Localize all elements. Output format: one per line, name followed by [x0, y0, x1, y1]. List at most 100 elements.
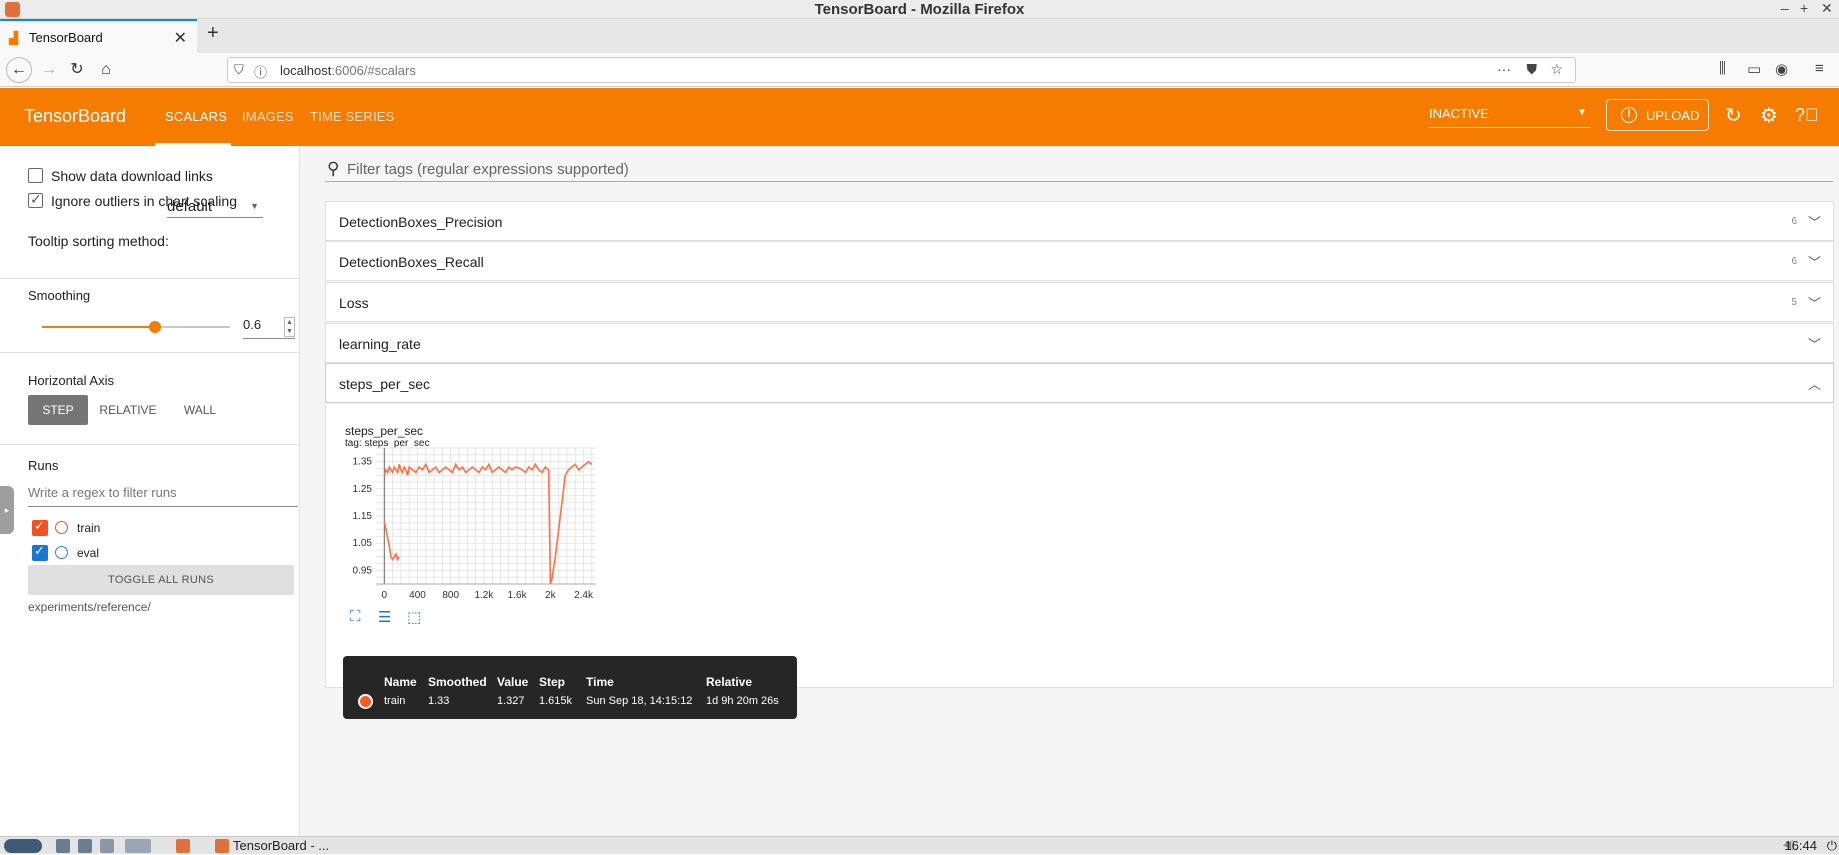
horizontal-axis-label: Horizontal Axis	[28, 373, 114, 388]
back-icon[interactable]: ←	[6, 57, 32, 83]
spinner-icon[interactable]: ▲ ▼	[284, 317, 295, 337]
start-menu-icon[interactable]	[4, 839, 42, 853]
logdir-label: experiments/reference/	[28, 600, 151, 614]
group-count: 6	[1791, 216, 1797, 227]
divider	[0, 352, 300, 353]
close-window-icon[interactable]: ✕	[1821, 0, 1833, 17]
chevron-down-icon: ▼	[1577, 107, 1587, 118]
smoothing-input[interactable]: 0.6 ▲ ▼	[243, 317, 295, 339]
tooltip-cell-step: 1.615k	[539, 695, 573, 707]
power-icon[interactable]: ⏻	[1827, 838, 1837, 854]
bookmark-star-icon[interactable]: ☆	[1550, 61, 1563, 78]
y-tick-label: 1.25	[353, 484, 373, 495]
tab-time-series[interactable]: TIME SERIES	[310, 109, 395, 124]
show-download-checkbox[interactable]	[28, 168, 43, 183]
group-name: DetectionBoxes_Precision	[339, 214, 503, 230]
info-icon[interactable]: ⓘ	[254, 62, 267, 81]
workspace-icon[interactable]	[125, 839, 151, 853]
x-tick-label: 1.2k	[474, 590, 494, 601]
shield-icon[interactable]: ⛉	[234, 62, 244, 78]
forward-icon[interactable]: →	[37, 58, 61, 82]
file-manager-icon[interactable]	[56, 839, 70, 853]
close-tab-icon[interactable]: ✕	[174, 28, 187, 48]
reload-icon[interactable]: ↻	[65, 58, 89, 82]
taskbar-task-label: TensorBoard - ...	[233, 838, 330, 853]
group-detectionboxes-recall[interactable]: DetectionBoxes_Recall 6 ﹀	[325, 241, 1834, 281]
sidebar-collapse-handle[interactable]: ▸	[0, 486, 14, 534]
tooltip-sort-select[interactable]: default ▼	[167, 198, 263, 218]
toggle-all-runs-button[interactable]: TOGGLE ALL RUNS	[28, 565, 294, 595]
tensorboard-brand: TensorBoard	[24, 106, 127, 126]
refresh-icon[interactable]: ↻	[1725, 103, 1742, 128]
group-learning-rate[interactable]: learning_rate ﹀	[325, 323, 1834, 363]
divider	[0, 444, 300, 445]
tooltip-header-step: Step	[539, 675, 566, 689]
library-icon[interactable]: ⫼	[1719, 60, 1726, 77]
url-bar[interactable]: ⛉ ⓘ localhost:6006/#scalars ··· ⛊ ☆	[227, 57, 1576, 83]
group-name: learning_rate	[339, 336, 421, 352]
fit-domain-icon[interactable]: ⬚	[407, 608, 421, 626]
help-icon[interactable]: ?⃝	[1795, 105, 1819, 126]
run-eval-color-icon[interactable]	[55, 546, 68, 559]
haxis-step-button[interactable]: STEP	[28, 395, 88, 425]
tooltip-cell-value: 1.327	[497, 695, 525, 707]
run-train-checkbox[interactable]	[32, 518, 48, 536]
steps-per-sec-chart[interactable]: 0 400 800 1.2k 1.6k 2k 2.4k 0.95 1.05 1.15 1.25 1.3…	[326, 404, 646, 634]
upload-label: UPLOAD	[1646, 108, 1700, 123]
sidebar-icon[interactable]: ▭	[1747, 60, 1761, 78]
taskbar-firefox-task[interactable]: TensorBoard - ...	[213, 837, 383, 855]
firefox-launcher-icon[interactable]	[176, 839, 190, 853]
group-name: steps_per_sec	[339, 376, 431, 392]
tooltip-header-relative: Relative	[706, 675, 753, 689]
group-name: Loss	[339, 295, 369, 311]
tooltip-header-value: Value	[497, 675, 529, 689]
chevron-down-icon: ﹀	[1807, 337, 1821, 352]
tag-filter-input[interactable]: ⚲ Filter tags (regular expressions suppo…	[325, 158, 1833, 182]
search-icon: ⚲	[327, 159, 340, 178]
tensorboard-favicon-icon: ▟	[9, 31, 19, 45]
tooltip-cell-relative: 1d 9h 20m 26s	[706, 695, 779, 707]
upload-button[interactable]: ! UPLOAD	[1606, 99, 1709, 131]
new-tab-icon[interactable]: +	[207, 22, 219, 45]
clock: 16:44	[1784, 838, 1817, 853]
fullscreen-icon[interactable]: ⛶	[350, 608, 361, 625]
tensorboard-header: TensorBoard SCALARS IMAGES TIME SERIES I…	[0, 88, 1839, 146]
data-table-icon[interactable]: ☰	[378, 608, 391, 626]
menu-icon[interactable]: ≡	[1815, 60, 1824, 77]
group-detectionboxes-precision[interactable]: DetectionBoxes_Precision 6 ﹀	[325, 201, 1834, 241]
chevron-down-icon: ﹀	[1807, 255, 1821, 270]
account-icon[interactable]: ◉	[1775, 60, 1788, 78]
ignore-outliers-checkbox[interactable]	[28, 191, 43, 208]
run-eval-checkbox[interactable]	[32, 543, 48, 561]
smoothing-slider-thumb[interactable]	[148, 321, 161, 333]
run-train-color-icon[interactable]	[55, 521, 68, 534]
browser-navbar: ← → ↻ ⌂ ⛉ ⓘ localhost:6006/#scalars ··· …	[0, 53, 1839, 87]
tooltip-cell-time: Sun Sep 18, 14:15:12	[586, 695, 693, 707]
window-icon[interactable]	[100, 839, 114, 853]
tab-images[interactable]: IMAGES	[242, 109, 294, 124]
group-loss[interactable]: Loss 5 ﹀	[325, 282, 1834, 322]
smoothing-slider[interactable]	[42, 321, 230, 333]
maximize-icon[interactable]: +	[1800, 0, 1808, 16]
chevron-up-icon: ︿	[1807, 377, 1821, 392]
plugin-selector[interactable]: INACTIVE ▼	[1429, 106, 1591, 128]
x-tick-label: 400	[409, 590, 426, 601]
pocket-icon[interactable]: ⛊	[1527, 61, 1538, 78]
page-actions-icon[interactable]: ···	[1497, 61, 1511, 77]
chart-tooltip: Name Smoothed Value Step Time Relative t…	[343, 656, 797, 719]
y-tick-label: 1.15	[353, 511, 373, 522]
terminal-icon[interactable]	[78, 839, 92, 853]
home-icon[interactable]: ⌂	[94, 58, 118, 82]
group-count: 5	[1791, 297, 1797, 308]
browser-tab[interactable]: ▟ TensorBoard ✕	[0, 19, 197, 53]
runs-filter-input[interactable]: Write a regex to filter runs	[28, 485, 298, 507]
haxis-relative-button[interactable]: RELATIVE	[96, 395, 160, 425]
tab-scalars[interactable]: SCALARS	[165, 109, 227, 124]
run-train-label: train	[77, 521, 101, 535]
x-tick-label: 800	[442, 590, 459, 601]
settings-gear-icon[interactable]: ⚙	[1760, 103, 1778, 128]
minimize-icon[interactable]: –	[1781, 0, 1789, 16]
haxis-wall-button[interactable]: WALL	[172, 395, 228, 425]
url-text: localhost:6006/#scalars	[280, 63, 416, 78]
group-steps-per-sec[interactable]: steps_per_sec ︿	[325, 363, 1834, 403]
